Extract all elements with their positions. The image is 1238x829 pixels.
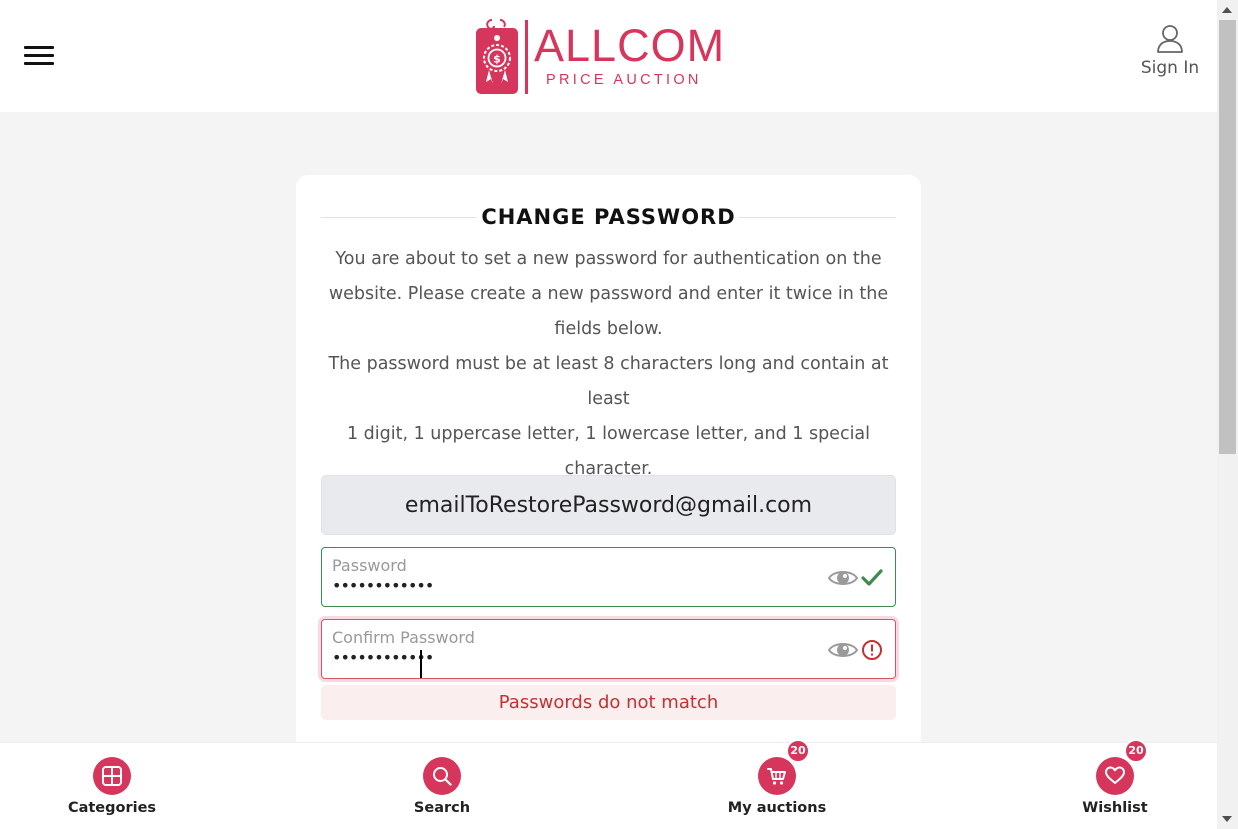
page: $ ALLCOM PRICE AUCTION Sign In CHANGE PA… [0, 0, 1217, 829]
logo-divider [525, 20, 528, 94]
nav-icon-circle [1096, 757, 1134, 795]
error-circle-icon [862, 640, 882, 660]
header: $ ALLCOM PRICE AUCTION Sign In [0, 0, 1217, 112]
confirm-password-value: •••••••••••• [332, 648, 434, 667]
instructions-line: fields below. [554, 319, 663, 339]
instructions-line: You are about to set a new password for … [335, 249, 882, 269]
heart-icon [1105, 766, 1125, 784]
nav-label: Categories [67, 800, 157, 816]
title-row: CHANGE PASSWORD [321, 203, 896, 231]
wishlist-count-badge: 20 [1124, 739, 1148, 763]
nav-icon-circle [423, 757, 461, 795]
hamburger-menu-icon[interactable] [24, 46, 54, 66]
confirm-password-field[interactable]: Confirm Password •••••••••••• [321, 619, 896, 679]
title-divider-right [738, 217, 896, 218]
search-icon [433, 767, 452, 786]
checkmark-icon [861, 569, 883, 586]
logo[interactable]: $ ALLCOM PRICE AUCTION [474, 18, 734, 96]
cart-icon [767, 768, 786, 785]
nav-search[interactable]: Search [372, 743, 512, 829]
instructions-text: You are about to set a new password for … [316, 242, 901, 487]
nav-icon-circle [93, 757, 131, 795]
nav-label: Wishlist [1082, 800, 1148, 816]
scroll-down-arrow-icon[interactable] [1222, 816, 1232, 822]
scroll-up-arrow-icon[interactable] [1222, 7, 1232, 13]
bottom-nav: Categories Search 20 My auctions 20 Wish… [0, 739, 1217, 829]
change-password-card: CHANGE PASSWORD You are about to set a n… [296, 175, 921, 775]
auctions-count-badge: 20 [786, 739, 810, 763]
sign-in-label: Sign In [1140, 58, 1200, 78]
password-field[interactable]: Password •••••••••••• [321, 547, 896, 607]
email-field-readonly: emailToRestorePassword@gmail.com [321, 475, 896, 535]
logo-subtitle: PRICE AUCTION [546, 72, 702, 88]
scroll-thumb[interactable] [1219, 20, 1236, 454]
nav-my-auctions[interactable]: 20 My auctions [707, 739, 847, 829]
nav-wishlist[interactable]: 20 Wishlist [1045, 739, 1185, 829]
instructions-line: The password must be at least 8 characte… [328, 354, 889, 409]
password-label: Password [332, 556, 407, 575]
nav-label: My auctions [727, 800, 827, 816]
price-tag-dollar-icon: $ [476, 19, 518, 94]
svg-text:$: $ [493, 53, 501, 66]
logo-name: ALLCOM [534, 20, 726, 71]
user-icon [1157, 25, 1183, 53]
eye-icon[interactable] [828, 640, 858, 660]
nav-icon-circle [758, 757, 796, 795]
text-cursor [420, 650, 422, 678]
instructions-line: website. Please create a new password an… [328, 284, 889, 304]
scrollbar[interactable] [1217, 0, 1238, 829]
nav-categories[interactable]: Categories [42, 743, 182, 829]
error-message: Passwords do not match [321, 685, 896, 720]
sign-in-button[interactable]: Sign In [1134, 24, 1206, 86]
instructions-line: 1 digit, 1 uppercase letter, 1 lowercase… [346, 424, 871, 444]
eye-icon[interactable] [828, 568, 858, 588]
grid-icon [102, 766, 122, 786]
nav-label: Search [413, 800, 471, 816]
password-value: •••••••••••• [332, 576, 434, 595]
confirm-password-label: Confirm Password [332, 628, 475, 647]
